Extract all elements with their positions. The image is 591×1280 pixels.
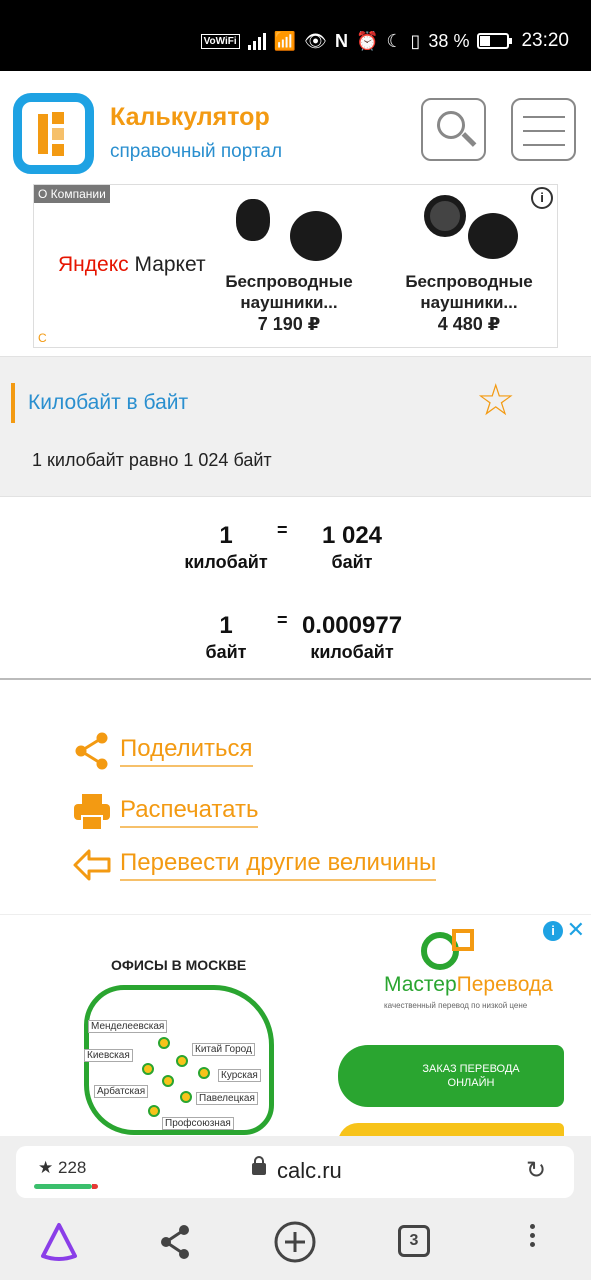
status-bar: VoWiFi 📶 👁 N ⏰ ☾ ▯ 38 % 23:20	[0, 0, 591, 71]
metro-station: Павелецкая	[196, 1092, 258, 1105]
result-left-unit: байт	[205, 642, 247, 662]
browser-nav-bar: 3	[0, 1206, 591, 1280]
signal-icon	[247, 32, 266, 50]
battery-fill	[480, 36, 491, 46]
product-name: Беспроводные наушники...	[225, 272, 353, 312]
page-title: Килобайт в байт	[28, 391, 189, 414]
brand-tagline: качественный перевод по низкой цене	[384, 1001, 528, 1010]
share-label[interactable]: Поделиться	[120, 735, 253, 767]
ad-close-icon[interactable]: ✕	[567, 917, 585, 943]
ad-info-icon[interactable]: i	[543, 921, 563, 941]
vibrate-icon: ▯	[410, 30, 421, 51]
more-menu-button[interactable]	[510, 1220, 554, 1264]
url-text[interactable]: calc.ru	[277, 1158, 342, 1184]
print-link[interactable]: Распечатать	[72, 792, 259, 832]
wifi-icon: 📶	[273, 30, 297, 51]
plus-circle-icon	[274, 1221, 316, 1263]
other-units-label[interactable]: Перевести другие величины	[120, 849, 437, 881]
site-logo[interactable]	[13, 93, 94, 174]
star-icon: ★	[38, 1158, 54, 1177]
ad-banner-top[interactable]: О Компании i Яндекс Маркет Беспроводные н…	[33, 184, 558, 348]
moon-icon: ☾	[386, 30, 403, 51]
print-label[interactable]: Распечатать	[120, 796, 259, 828]
nfc-icon: N	[334, 30, 348, 51]
result-right-value: 1 024	[321, 522, 383, 549]
share-link[interactable]: Поделиться	[72, 731, 253, 771]
result-right-value: 0.000977	[301, 612, 403, 639]
alarm-icon: ⏰	[355, 30, 379, 51]
search-button[interactable]	[421, 98, 486, 161]
metro-station: Курская	[218, 1069, 261, 1082]
metro-station: Менделеевская	[88, 1020, 168, 1033]
share-icon	[75, 732, 108, 770]
conversion-results: 1 килобайт = 1 024 байт 1 байт = 0.00097…	[0, 498, 591, 680]
result-right-unit: килобайт	[310, 642, 394, 662]
eye-icon: 👁	[304, 30, 327, 51]
product-name: Беспроводные наушники...	[405, 272, 533, 312]
result-right-unit: байт	[331, 552, 373, 572]
battery-icon	[477, 33, 513, 49]
share-icon	[161, 1225, 189, 1259]
equals-sign: =	[277, 520, 288, 540]
clock: 23:20	[521, 30, 569, 51]
browser-address-area: ★ 228 calc.ru ↻	[0, 1136, 591, 1206]
metro-station: Киевская	[84, 1049, 133, 1062]
product-price: 4 480 ₽	[437, 314, 501, 334]
tabs-count: 3	[398, 1225, 430, 1257]
result-left-value: 1	[219, 522, 233, 549]
yandex-market-logo[interactable]: Яндекс Маркет	[58, 253, 206, 277]
new-tab-button[interactable]	[273, 1220, 317, 1264]
ad-secondary-button[interactable]	[338, 1123, 564, 1136]
arrow-left-icon	[73, 849, 111, 881]
metro-station: Профсоюзная	[162, 1117, 234, 1130]
earbuds-image	[224, 191, 354, 271]
order-translation-button[interactable]: ЗАКАЗ ПЕРЕВОДА ОНЛАЙН	[338, 1045, 564, 1107]
favorite-star-icon[interactable]: ☆	[476, 379, 515, 423]
ad-banner-bottom[interactable]: i ✕ ОФИСЫ В МОСКВЕ Менделеевская Киевска…	[0, 914, 591, 1136]
lock-icon	[252, 1156, 266, 1175]
more-vertical-icon	[510, 1224, 554, 1247]
alice-icon	[41, 1223, 77, 1261]
earbuds-image	[404, 191, 534, 271]
vowifi-badge: VoWiFi	[200, 33, 240, 49]
share-page-button[interactable]	[154, 1220, 198, 1264]
address-bar[interactable]: ★ 228 calc.ru ↻	[16, 1146, 574, 1198]
status-icons: VoWiFi 📶 👁 N ⏰ ☾ ▯ 38 % 23:20	[200, 30, 569, 52]
ad-product[interactable]: Беспроводные наушники... 4 480 ₽	[394, 191, 544, 335]
equals-sign: =	[277, 610, 288, 630]
ad-product[interactable]: Беспроводные наушники... 7 190 ₽	[214, 191, 364, 335]
rating-bar	[34, 1184, 98, 1189]
ad-about-tag[interactable]: О Компании	[34, 185, 110, 203]
result-left-unit: килобайт	[184, 552, 268, 572]
site-subtitle: справочный портал	[110, 141, 283, 162]
other-units-link[interactable]: Перевести другие величины	[72, 845, 437, 885]
product-price: 7 190 ₽	[257, 314, 321, 334]
site-title[interactable]: Калькулятор	[110, 103, 270, 132]
printer-icon	[74, 794, 110, 831]
brand-name: МастерПеревода	[384, 973, 553, 996]
alice-assistant-button[interactable]	[37, 1220, 81, 1264]
ad-corner-mark: C	[38, 331, 47, 345]
site-header: Калькулятор справочный портал	[0, 71, 591, 183]
hamburger-icon	[523, 116, 565, 118]
tabs-button[interactable]: 3	[392, 1220, 436, 1264]
reload-icon[interactable]: ↻	[526, 1156, 546, 1185]
menu-button[interactable]	[511, 98, 576, 161]
offices-title: ОФИСЫ В МОСКВЕ	[111, 957, 247, 973]
metro-station: Арбатская	[94, 1085, 149, 1098]
battery-percent: 38 %	[428, 30, 470, 51]
metro-station: Китай Город	[192, 1043, 255, 1056]
result-left-value: 1	[219, 612, 233, 639]
brand-logo-icon	[421, 929, 474, 970]
converter-header: Килобайт в байт ☆ 1 килобайт равно 1 024…	[0, 356, 591, 497]
conversion-description: 1 килобайт равно 1 024 байт	[32, 450, 272, 470]
site-rating[interactable]: ★ 228	[38, 1158, 86, 1178]
